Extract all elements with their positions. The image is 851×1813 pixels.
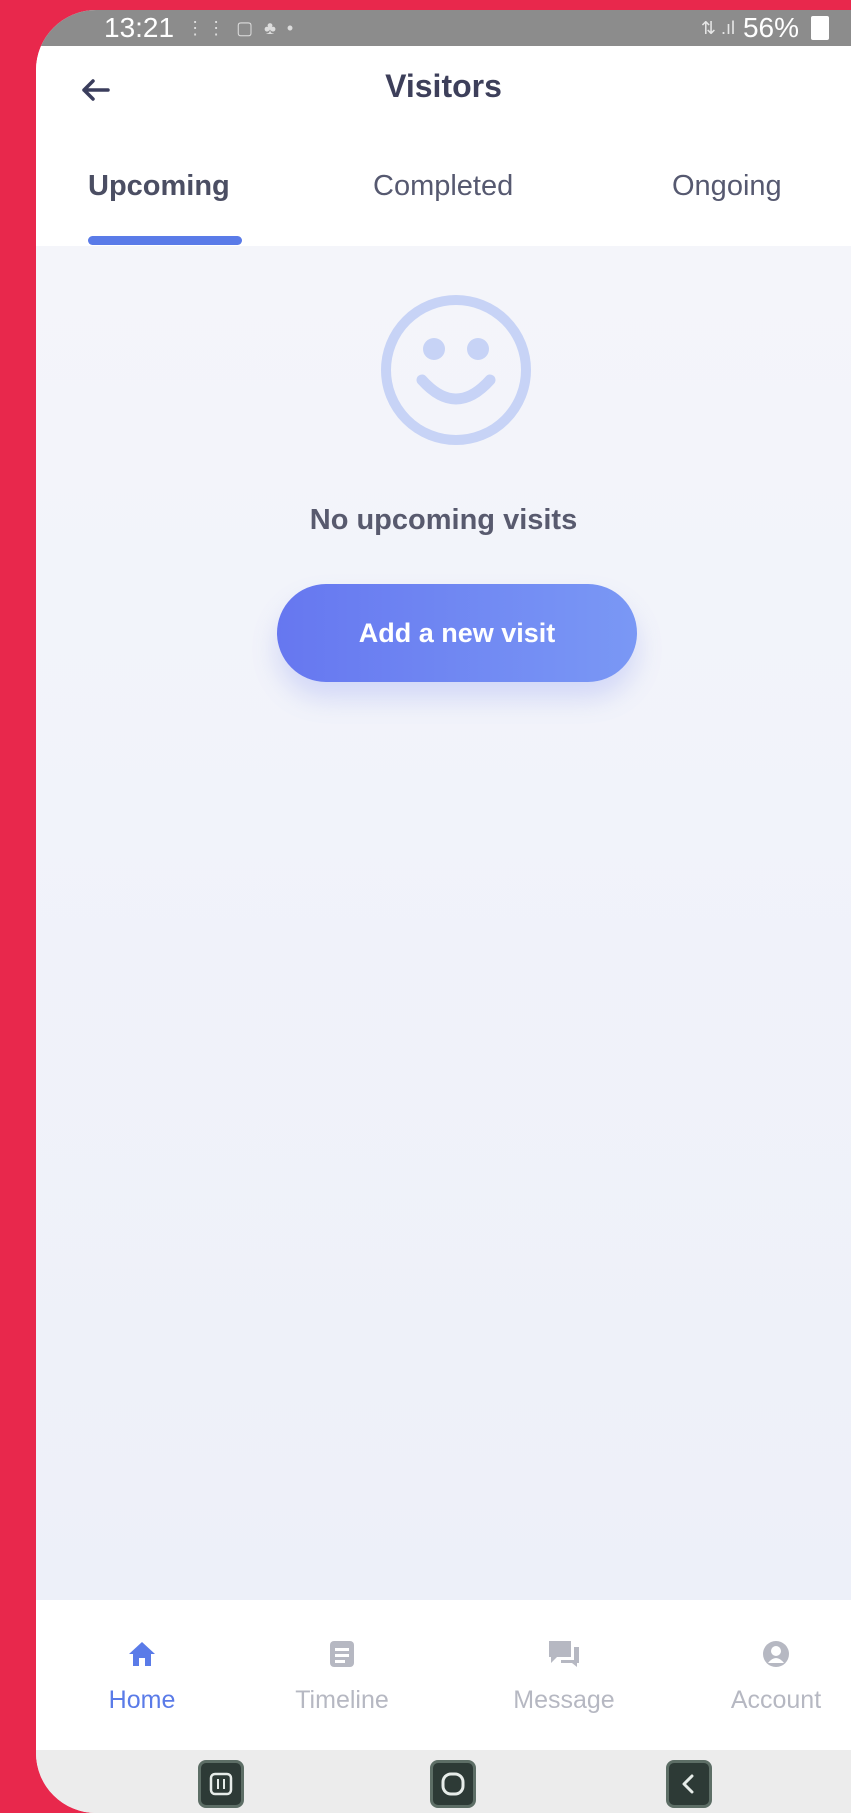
add-visit-button[interactable]: Add a new visit xyxy=(277,584,637,682)
empty-state: No upcoming visits Add a new visit xyxy=(36,246,851,1600)
signal-icon: ⇅ .ıl xyxy=(700,17,735,38)
recent-apps-button[interactable] xyxy=(198,1760,244,1808)
nav-item-message[interactable]: Message xyxy=(489,1636,639,1715)
nav-label-message: Message xyxy=(513,1686,615,1714)
system-home-icon xyxy=(441,1772,465,1796)
nav-label-account: Account xyxy=(730,1686,822,1714)
empty-state-message: No upcoming visits xyxy=(309,504,578,536)
system-home-button[interactable] xyxy=(430,1760,476,1808)
nav-label-timeline: Timeline xyxy=(295,1686,389,1714)
status-time: 13:21 xyxy=(104,12,175,43)
app-header: Visitors xyxy=(36,46,851,134)
nav-item-account[interactable]: Account xyxy=(701,1636,851,1715)
tab-ongoing[interactable]: Ongoing xyxy=(672,170,782,203)
bottom-navigation: Home Timeline Message Account xyxy=(36,1600,851,1750)
timeline-icon xyxy=(328,1636,356,1672)
page-title: Visitors xyxy=(385,68,502,104)
recent-apps-icon xyxy=(209,1772,233,1796)
nav-item-timeline[interactable]: Timeline xyxy=(267,1636,417,1715)
tab-upcoming[interactable]: Upcoming xyxy=(88,170,230,203)
nav-item-home[interactable]: Home xyxy=(67,1636,217,1715)
active-tab-indicator xyxy=(88,236,242,245)
nav-label-home: Home xyxy=(108,1686,176,1714)
message-icon xyxy=(547,1636,581,1672)
tab-bar: Upcoming Completed Ongoing xyxy=(36,134,851,246)
home-icon xyxy=(127,1636,157,1672)
system-navigation-bar xyxy=(36,1750,851,1813)
notification-icons: ⋮⋮ ▢ ♣ • xyxy=(186,17,297,38)
chevron-left-icon xyxy=(682,1774,694,1794)
system-back-button[interactable] xyxy=(666,1760,712,1808)
tab-completed[interactable]: Completed xyxy=(373,170,513,203)
phone-screen: 13:21 ⋮⋮ ▢ ♣ • ⇅ .ıl 56% Visitors Upcomi… xyxy=(36,10,851,1813)
smiley-icon xyxy=(381,295,531,445)
battery-icon xyxy=(811,16,829,40)
status-bar: 13:21 ⋮⋮ ▢ ♣ • ⇅ .ıl 56% xyxy=(36,10,851,46)
account-icon xyxy=(761,1636,791,1672)
battery-level: 56% xyxy=(742,12,799,43)
